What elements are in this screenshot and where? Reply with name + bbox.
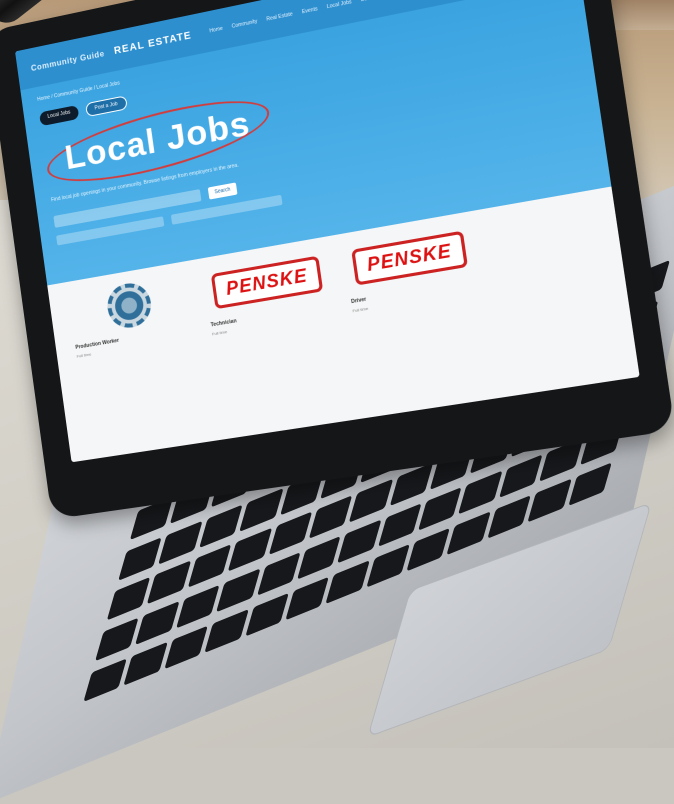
laptop-lid: Community Guide REAL ESTATE Home Communit… bbox=[0, 0, 674, 519]
penske-logo: PENSKE bbox=[351, 230, 468, 285]
nav-item[interactable]: Home bbox=[209, 26, 223, 35]
keyboard-key bbox=[378, 504, 422, 548]
keyboard-key bbox=[216, 569, 260, 613]
keyboard-key bbox=[268, 512, 312, 556]
keyboard-key bbox=[257, 553, 301, 597]
job-card[interactable]: PENSKE Driver Full time bbox=[343, 224, 493, 405]
search-button[interactable]: Search bbox=[208, 182, 238, 199]
laptop-screen: Community Guide REAL ESTATE Home Communit… bbox=[15, 0, 640, 462]
nav-item[interactable]: Real Estate bbox=[266, 11, 293, 22]
keyboard-key bbox=[228, 528, 272, 572]
job-card[interactable]: PENSKE Technician Full time bbox=[203, 249, 347, 427]
keyboard-key bbox=[239, 488, 283, 532]
keyboard-key bbox=[309, 496, 353, 540]
post-job-pill[interactable]: Post a Job bbox=[85, 95, 127, 117]
keyboard-key bbox=[147, 561, 191, 605]
job-card[interactable]: Production Worker Full time bbox=[68, 274, 207, 448]
site-logo-secondary[interactable]: REAL ESTATE bbox=[113, 30, 192, 57]
keyboard-key bbox=[499, 455, 543, 499]
keyboard-key bbox=[349, 479, 393, 523]
keyboard-key bbox=[458, 471, 502, 515]
nav-item[interactable]: Community bbox=[231, 19, 257, 30]
keyboard-key bbox=[337, 520, 381, 564]
keyboard-key bbox=[199, 504, 243, 548]
keyboard-key bbox=[159, 520, 203, 564]
nav-item[interactable]: Businesses bbox=[361, 0, 389, 3]
keyboard-key bbox=[187, 545, 231, 589]
keyboard-key bbox=[418, 487, 462, 531]
penske-logo: PENSKE bbox=[211, 255, 324, 309]
keyboard-key bbox=[297, 536, 341, 580]
nav-item[interactable]: Events bbox=[302, 6, 319, 15]
local-jobs-pill[interactable]: Local Jobs bbox=[39, 105, 79, 126]
site-logo-primary[interactable]: Community Guide bbox=[30, 49, 105, 73]
nav-item[interactable]: Local Jobs bbox=[326, 0, 352, 10]
keyboard-key bbox=[176, 585, 220, 629]
gear-icon bbox=[105, 280, 154, 331]
keyboard-key bbox=[135, 602, 179, 646]
laptop: Community Guide REAL ESTATE Home Communit… bbox=[0, 0, 674, 748]
